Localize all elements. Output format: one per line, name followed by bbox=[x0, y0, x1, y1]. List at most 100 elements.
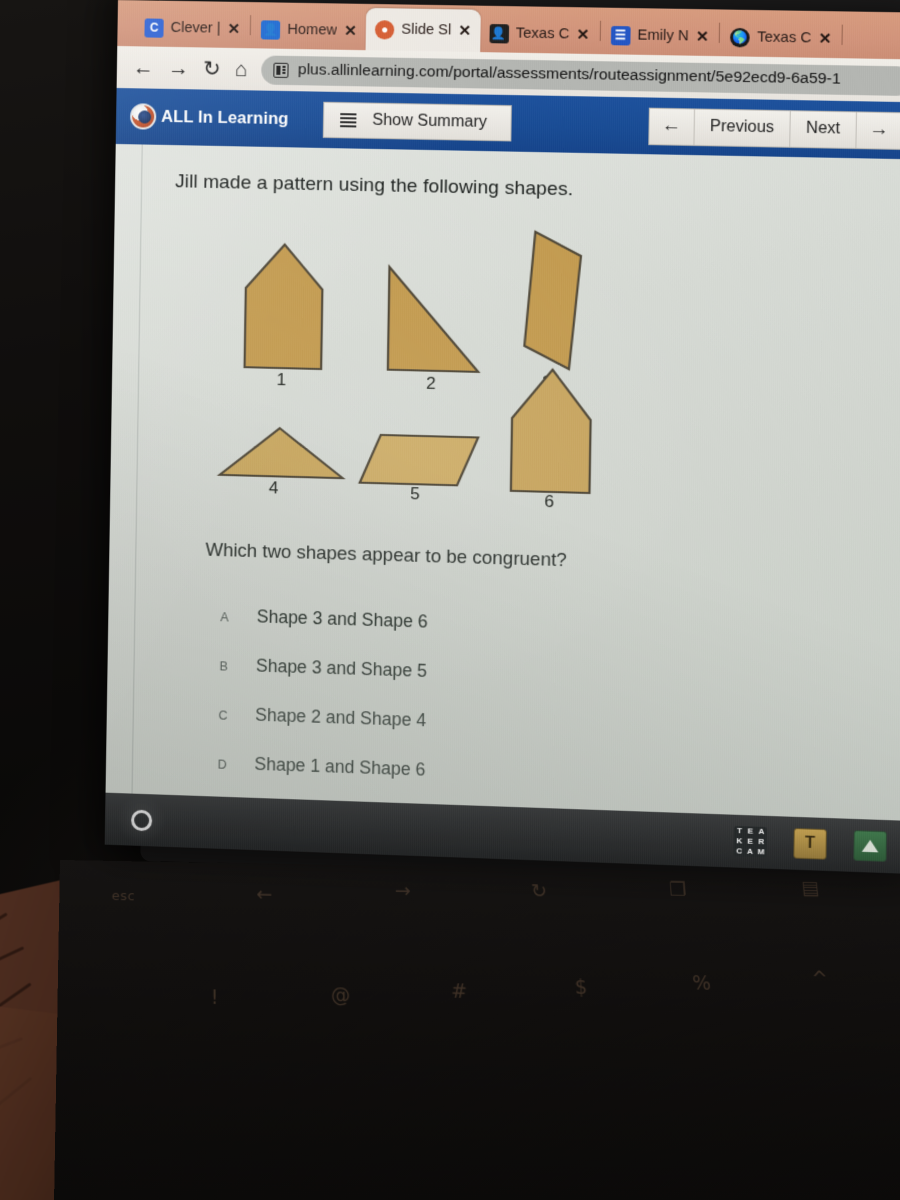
tab-close-icon[interactable]: ✕ bbox=[458, 22, 471, 39]
key-reload[interactable]: ↻ bbox=[531, 880, 548, 902]
slides-favicon: ● bbox=[374, 19, 395, 40]
key-overview[interactable]: ▤ bbox=[800, 877, 820, 899]
tea-cell: E bbox=[747, 826, 754, 836]
show-summary-label: Show Summary bbox=[372, 111, 488, 131]
shelf-icon-group: T E A K E R C A M T bbox=[733, 825, 887, 862]
classroom-favicon: 👤 bbox=[489, 23, 509, 43]
forward-icon[interactable]: → bbox=[168, 56, 189, 79]
key-esc[interactable]: esc bbox=[112, 889, 136, 904]
shape-6: 6 bbox=[506, 366, 598, 511]
pager-forward-arrow-button[interactable]: → bbox=[856, 112, 900, 148]
address-bar-url: plus.allinlearning.com/portal/assessment… bbox=[297, 61, 841, 88]
globe-favicon: 🌎 bbox=[730, 27, 751, 48]
green-app-icon[interactable] bbox=[853, 830, 887, 862]
page-info-icon[interactable] bbox=[273, 62, 289, 78]
tea-cell: E bbox=[747, 836, 754, 846]
texas-assessment-icon[interactable]: T bbox=[793, 828, 827, 860]
home-icon[interactable]: ⌂ bbox=[235, 58, 248, 81]
key-1[interactable]: ! bbox=[211, 986, 219, 1009]
key-2[interactable]: @ bbox=[331, 984, 351, 1007]
tea-cell: T bbox=[736, 825, 743, 836]
tab-title: Slide Sl bbox=[401, 21, 452, 39]
pentagon-house-large-icon bbox=[506, 366, 598, 498]
key-3[interactable]: # bbox=[451, 980, 468, 1003]
tea-cell: M bbox=[757, 847, 765, 857]
key-6[interactable]: ^ bbox=[811, 968, 829, 991]
keyboard-deck: esc ← → ↻ ❐ ▤ ! @ # $ % ^ bbox=[53, 860, 900, 1200]
browser-tab-slide-show[interactable]: ● Slide Sl ✕ bbox=[365, 7, 481, 53]
shape-3: 3 bbox=[520, 229, 586, 392]
key-forward[interactable]: → bbox=[394, 880, 411, 902]
tab-title: Emily N bbox=[637, 27, 689, 45]
tea-cell: R bbox=[758, 836, 765, 847]
tab-close-icon[interactable]: ✕ bbox=[818, 30, 831, 48]
key-5[interactable]: % bbox=[692, 972, 712, 995]
answer-choice-c[interactable]: C Shape 2 and Shape 4 bbox=[217, 703, 900, 747]
shape-label: 2 bbox=[426, 373, 436, 394]
shape-2: 2 bbox=[384, 264, 483, 393]
shape-label: 1 bbox=[276, 369, 287, 390]
wide-parallelogram-icon bbox=[356, 430, 483, 492]
tab-close-icon[interactable]: ✕ bbox=[344, 22, 357, 39]
right-triangle-icon bbox=[384, 264, 483, 377]
tab-close-icon[interactable]: ✕ bbox=[576, 26, 589, 43]
show-summary-button[interactable]: Show Summary bbox=[322, 101, 512, 142]
tab-title: Clever | bbox=[170, 19, 221, 37]
shape-5: 5 bbox=[356, 430, 483, 503]
choice-letter: C bbox=[218, 708, 228, 723]
browser-tab-emily[interactable]: ☰ Emily N ✕ bbox=[601, 16, 718, 56]
triangle-glyph bbox=[861, 839, 879, 853]
brand-name: ALL In Learning bbox=[161, 107, 289, 128]
launcher-circle-icon[interactable] bbox=[130, 809, 153, 831]
reload-icon[interactable]: ↻ bbox=[203, 57, 221, 80]
tab-title: Texas C bbox=[515, 25, 570, 43]
answer-choice-a[interactable]: A Shape 3 and Shape 6 bbox=[218, 605, 900, 648]
pager-controls: ← Previous Next → bbox=[648, 107, 900, 150]
docs-favicon: ☰ bbox=[610, 25, 631, 46]
tea-cell: C bbox=[736, 846, 743, 856]
address-bar[interactable]: plus.allinlearning.com/portal/assessment… bbox=[261, 54, 900, 96]
pager-back-arrow-button[interactable]: ← bbox=[649, 108, 695, 145]
tab-close-icon[interactable]: ✕ bbox=[227, 20, 240, 37]
tea-grid-icon[interactable]: T E A K E R C A M bbox=[733, 825, 767, 858]
browser-tab-homework[interactable]: 👤 Homew ✕ bbox=[252, 10, 366, 50]
all-in-learning-logo-icon bbox=[129, 103, 157, 130]
tab-close-icon[interactable]: ✕ bbox=[696, 28, 709, 45]
tea-cell: A bbox=[758, 826, 765, 837]
answer-choice-b[interactable]: B Shape 3 and Shape 5 bbox=[218, 654, 900, 697]
clever-favicon: C bbox=[144, 17, 164, 38]
answer-choice-d[interactable]: D Shape 1 and Shape 6 bbox=[216, 752, 900, 797]
scalene-triangle-icon bbox=[217, 423, 347, 487]
choice-text: Shape 3 and Shape 6 bbox=[256, 606, 428, 632]
shape-1: 1 bbox=[240, 241, 327, 389]
key-back[interactable]: ← bbox=[256, 883, 272, 905]
tea-cell: A bbox=[747, 846, 754, 857]
shape-4: 4 bbox=[217, 423, 347, 498]
choice-text: Shape 3 and Shape 5 bbox=[255, 655, 428, 682]
browser-tab-clever[interactable]: C Clever | ✕ bbox=[135, 8, 249, 48]
choice-letter: A bbox=[220, 610, 229, 625]
choice-letter: D bbox=[217, 757, 227, 772]
next-button[interactable]: Next bbox=[790, 110, 857, 148]
shape-label: 5 bbox=[410, 484, 420, 504]
answer-choices: A Shape 3 and Shape 6 B Shape 3 and Shap… bbox=[216, 605, 900, 797]
assessment-content: Jill made a pattern using the following … bbox=[104, 143, 900, 873]
browser-tab-texas-2[interactable]: 🌎 Texas C ✕ bbox=[721, 18, 841, 59]
laptop-screen: C Clever | ✕ 👤 Homew ✕ ● Slide Sl ✕ 👤 Te… bbox=[104, 0, 900, 874]
browser-tab-texas-1[interactable]: 👤 Texas C ✕ bbox=[480, 14, 599, 54]
classroom-favicon: 👤 bbox=[261, 19, 281, 40]
tab-title: Texas C bbox=[757, 29, 812, 47]
tea-cell: K bbox=[736, 836, 743, 846]
shapes-figure: 1 2 3 bbox=[157, 213, 900, 565]
key-4[interactable]: $ bbox=[574, 976, 588, 999]
back-icon[interactable]: ← bbox=[133, 56, 154, 79]
shape-label: 4 bbox=[268, 478, 279, 498]
previous-button[interactable]: Previous bbox=[694, 108, 791, 147]
tab-title: Homew bbox=[287, 21, 338, 39]
photo-backdrop: esc ← → ↻ ❐ ▤ ! @ # $ % ^ C Clever | ✕ 👤… bbox=[0, 0, 900, 1200]
tab-separator bbox=[841, 24, 844, 45]
key-fullscreen[interactable]: ❐ bbox=[668, 879, 687, 901]
pentagon-house-icon bbox=[240, 241, 327, 373]
slanted-parallelogram-icon bbox=[520, 229, 586, 374]
choice-letter: B bbox=[219, 659, 229, 674]
